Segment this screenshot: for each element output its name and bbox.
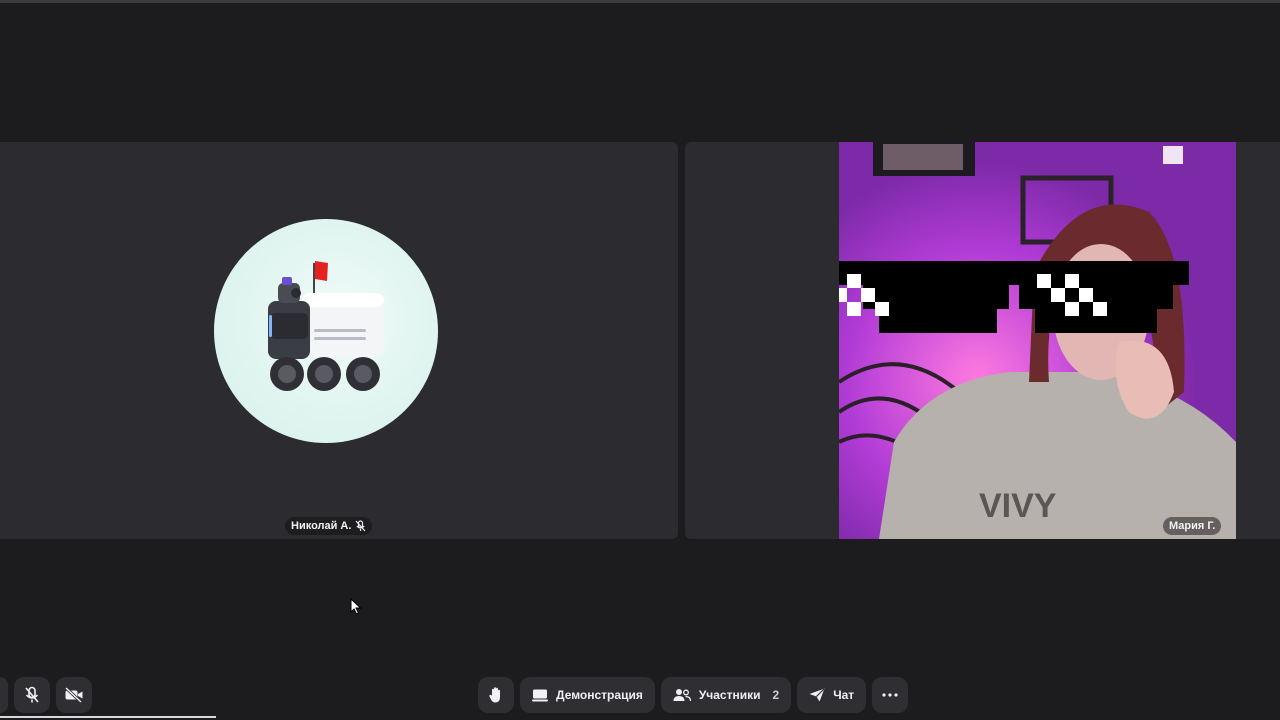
window-top-edge xyxy=(0,0,1280,3)
participant-video-frame: VIVY xyxy=(839,142,1236,539)
more-dots-icon xyxy=(882,693,898,697)
participants-count: 2 xyxy=(772,688,780,702)
microphone-toggle-button[interactable] xyxy=(14,677,50,713)
chat-label: Чат xyxy=(833,688,855,702)
participant-avatar xyxy=(214,219,438,443)
participant-tile-right[interactable]: VIVY Мария Г. xyxy=(685,142,1280,539)
raised-hand-icon xyxy=(489,687,500,703)
microphone-muted-icon xyxy=(355,520,366,532)
video-call-window: Николай А. VIVY Мария Г. Демонстрация Уч… xyxy=(0,0,1280,720)
camera-toggle-button[interactable] xyxy=(56,677,92,713)
delivery-robot-icon xyxy=(268,261,384,391)
participant-name-label: Мария Г. xyxy=(1163,517,1222,535)
chat-button[interactable]: Чат xyxy=(797,677,867,713)
cursor-arrow-icon xyxy=(350,597,362,615)
microphone-muted-icon xyxy=(25,686,39,703)
participant-name: Николай А. xyxy=(291,520,352,532)
raise-hand-button[interactable] xyxy=(478,677,514,713)
video-stage: Николай А. VIVY Мария Г. xyxy=(0,142,1280,539)
call-toolbar: Демонстрация Участники 2 Чат xyxy=(478,677,909,713)
screen-share-icon xyxy=(532,689,548,702)
participant-name: Мария Г. xyxy=(1169,520,1216,532)
participant-name-label: Николай А. xyxy=(285,517,373,535)
camera-off-icon xyxy=(64,687,83,703)
send-plane-icon xyxy=(809,688,825,702)
mouse-cursor xyxy=(350,597,362,620)
participant-video: VIVY Мария Г. xyxy=(839,142,1236,539)
hidden-control-button[interactable] xyxy=(0,677,8,713)
participants-button[interactable]: Участники 2 xyxy=(660,677,792,713)
screen-share-label: Демонстрация xyxy=(556,688,643,702)
svg-text:VIVY: VIVY xyxy=(979,487,1057,525)
bottom-indicator-line xyxy=(0,716,216,718)
participants-icon xyxy=(673,689,691,702)
participant-tile-left[interactable]: Николай А. xyxy=(0,142,678,539)
more-options-button[interactable] xyxy=(872,677,909,713)
screen-share-button[interactable]: Демонстрация xyxy=(520,677,655,713)
media-controls xyxy=(0,677,92,713)
participants-label: Участники xyxy=(698,688,761,702)
